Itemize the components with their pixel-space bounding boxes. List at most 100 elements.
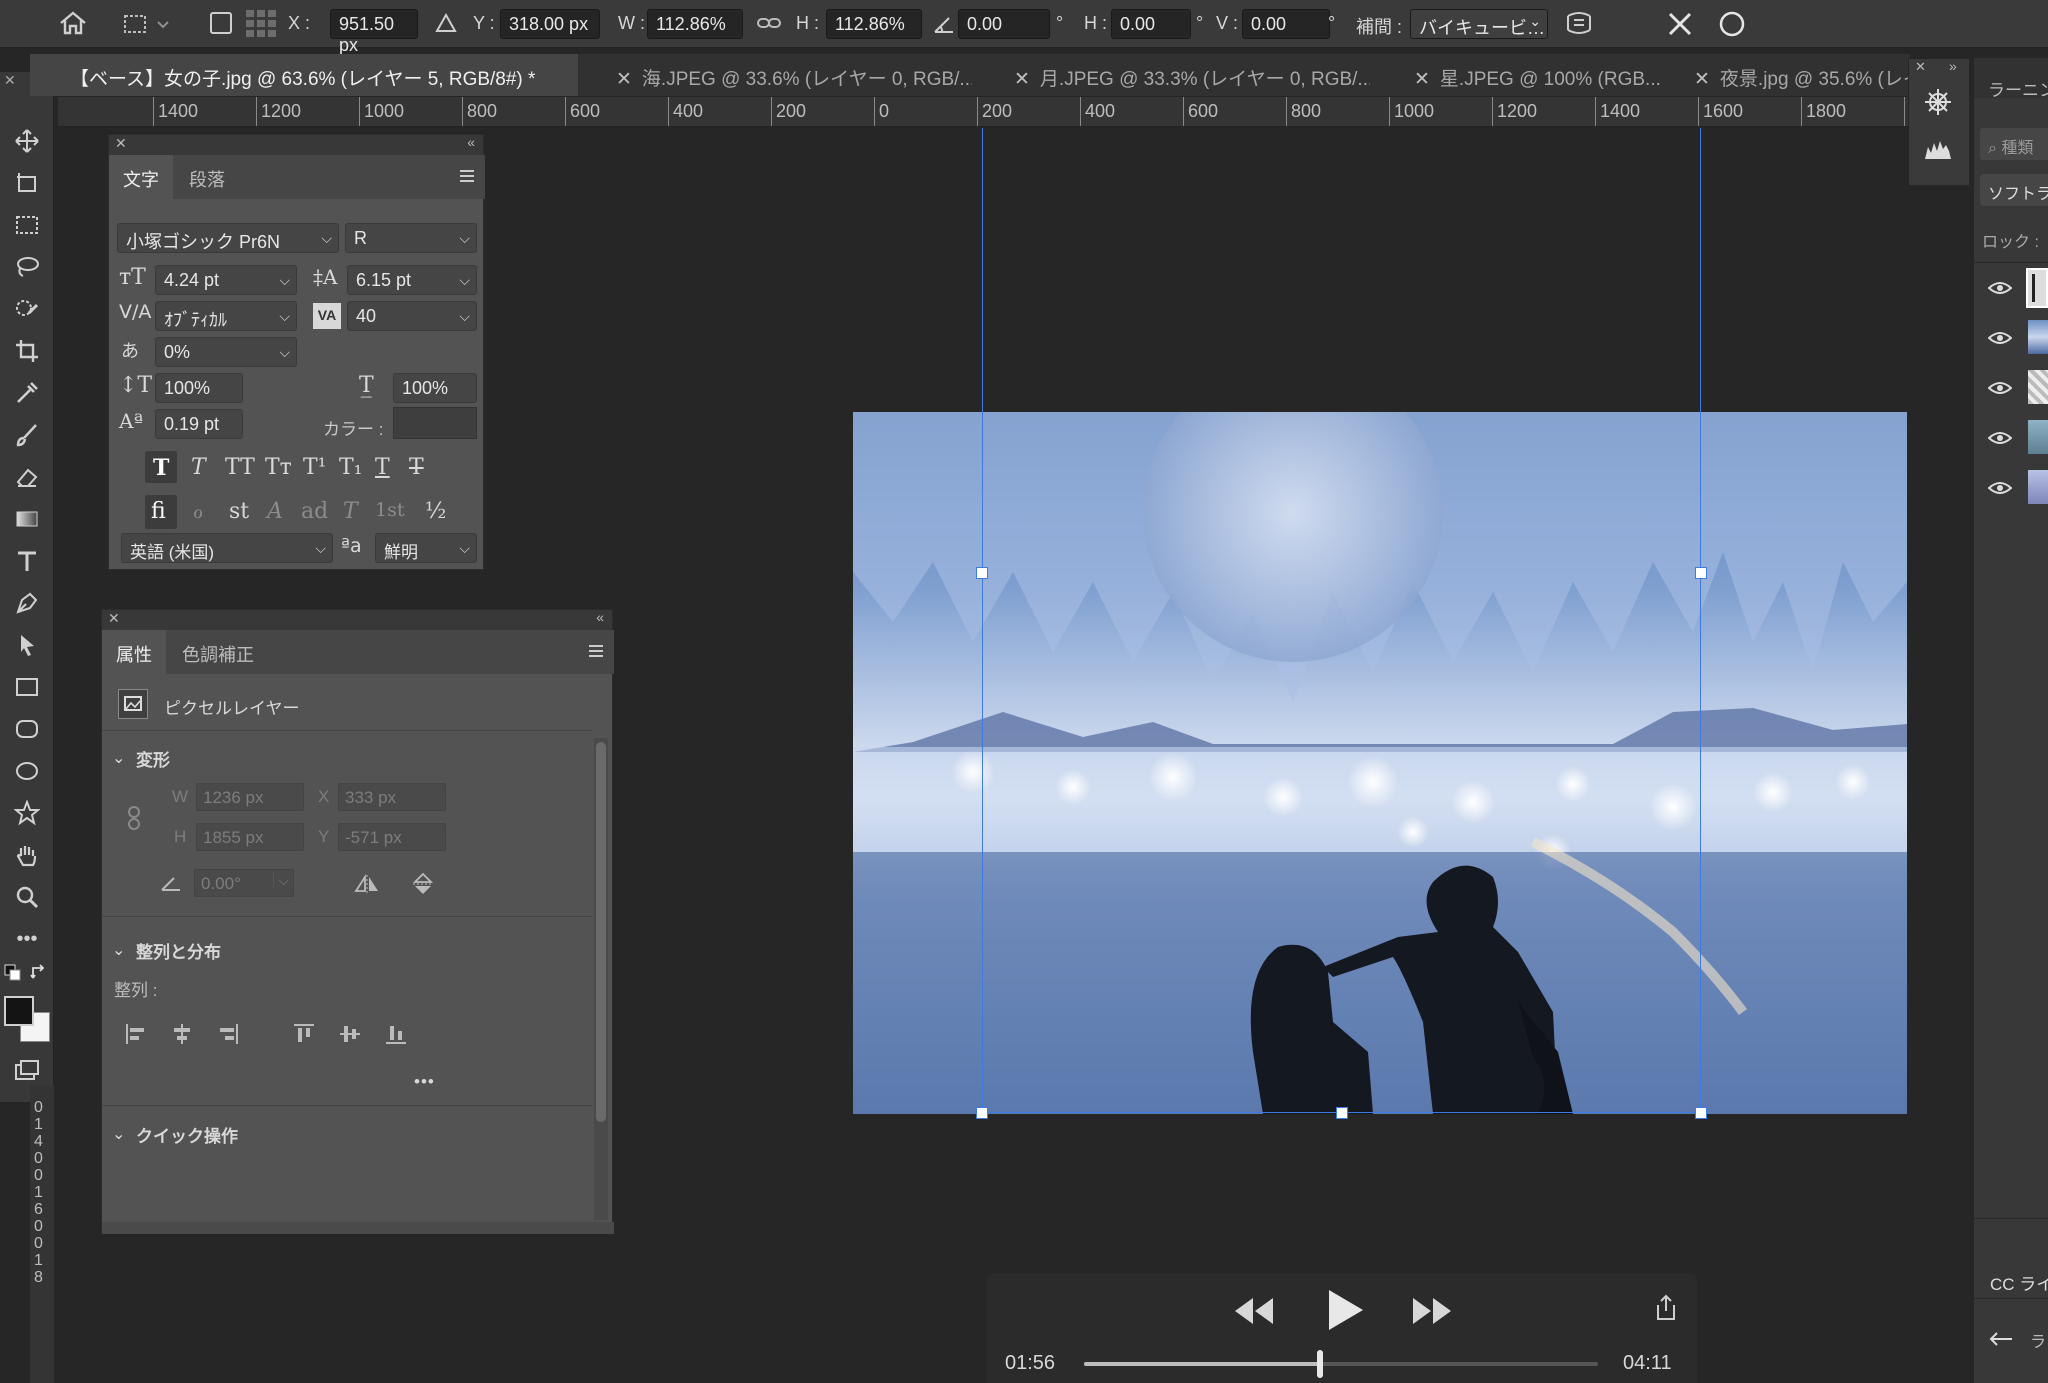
y-position-field[interactable]: 318.00 px (500, 9, 600, 39)
navigator-icon[interactable] (1923, 87, 1953, 117)
close-icon[interactable]: ✕ (616, 68, 632, 91)
reference-point-checkbox[interactable] (210, 12, 232, 34)
titling-alternates-button[interactable]: T (343, 499, 358, 524)
transform-tool-icon[interactable] (122, 12, 174, 36)
blend-mode-select[interactable]: ソフトラ (1980, 174, 2048, 206)
text-color-swatch[interactable] (393, 407, 477, 439)
panel-menu-icon[interactable] (588, 644, 604, 658)
font-size-field[interactable]: 4.24 pt ⌵ (155, 265, 297, 295)
eyedropper-tool-icon[interactable] (9, 376, 45, 410)
language-select[interactable]: 英語 (米国) ⌵ (121, 533, 333, 563)
tab-sea[interactable]: ✕ 海.JPEG @ 33.6% (レイヤー 0, RGB/... (582, 54, 972, 96)
foreground-color-swatch[interactable] (4, 996, 34, 1026)
vertical-scale-field[interactable]: 100% (155, 373, 243, 403)
tab-character[interactable]: 文字 (123, 166, 159, 192)
align-vertical-center-icon[interactable] (338, 1022, 362, 1046)
tab-star[interactable]: ✕ 星.JPEG @ 100% (RGB... (1380, 54, 1670, 96)
rewind-icon[interactable] (1233, 1296, 1275, 1326)
rectangle-tool-icon[interactable] (9, 670, 45, 704)
back-arrow-icon[interactable] (1988, 1330, 2014, 1348)
brush-tool-icon[interactable] (9, 418, 45, 452)
tab-night-view[interactable]: ✕ 夜景.jpg @ 35.6% (レイヤ (1670, 54, 1910, 96)
play-icon[interactable] (1325, 1288, 1365, 1332)
collapse-icon[interactable]: « (467, 134, 475, 150)
layer-visibility-eye-icon[interactable] (1988, 380, 2012, 396)
link-icon[interactable] (756, 14, 782, 32)
layer-thumbnail[interactable] (2026, 268, 2048, 308)
collapse-icon[interactable]: « (596, 609, 604, 625)
more-tools-icon[interactable]: ••• (9, 922, 45, 956)
layer-height-field[interactable]: 1855 px (196, 823, 304, 851)
home-icon[interactable] (58, 10, 88, 36)
tab-properties[interactable]: 属性 (116, 641, 152, 667)
close-icon[interactable]: ✕ (115, 135, 127, 152)
layer-visibility-eye-icon[interactable] (1988, 480, 2012, 496)
swap-colors-icon[interactable] (30, 964, 48, 982)
rotate-angle-field[interactable]: 0.00 (958, 9, 1050, 39)
tab-base-girl[interactable]: 【ベース】女の子.jpg @ 63.6% (レイヤー 5, RGB/8#) * (30, 54, 578, 96)
layer-visibility-eye-icon[interactable] (1988, 430, 2012, 446)
chevron-down-icon[interactable]: ⌄ (112, 748, 125, 768)
custom-shape-tool-icon[interactable] (9, 796, 45, 830)
layer-thumbnail[interactable] (2028, 320, 2048, 354)
tsume-field[interactable]: 0% ⌵ (155, 337, 297, 367)
screen-mode-icon[interactable] (9, 1054, 45, 1088)
subscript-button[interactable]: T₁ (339, 455, 363, 480)
delta-icon[interactable] (435, 12, 457, 34)
tab-paragraph[interactable]: 段落 (189, 166, 225, 192)
transform-handle[interactable] (976, 567, 988, 579)
flip-vertical-icon[interactable] (412, 872, 434, 896)
faux-italic-button[interactable]: T (191, 455, 206, 480)
transform-bounding-box[interactable] (982, 128, 1701, 1113)
tab-moon[interactable]: ✕ 月.JPEG @ 33.3% (レイヤー 0, RGB/... (980, 54, 1370, 96)
ellipse-tool-icon[interactable] (9, 754, 45, 788)
discretionary-ligature-button[interactable]: ℴ (193, 499, 203, 524)
zoom-tool-icon[interactable] (9, 880, 45, 914)
histogram-icon[interactable] (1923, 137, 1953, 161)
layer-thumbnail[interactable] (2028, 370, 2048, 404)
layer-visibility-eye-icon[interactable] (1988, 330, 2012, 346)
align-bottom-icon[interactable] (384, 1022, 408, 1046)
interpolation-select[interactable]: バイキュービ… ⌄ (1410, 9, 1548, 39)
layer-angle-field[interactable]: 0.00° ⌵ (194, 869, 294, 897)
share-icon[interactable] (1655, 1294, 1677, 1322)
swash-button[interactable]: A (267, 499, 283, 524)
quick-actions-section-title[interactable]: クイック操作 (136, 1122, 238, 1147)
height-scale-field[interactable]: 112.86% (826, 9, 922, 39)
faux-bold-button[interactable]: T (153, 455, 169, 481)
kerning-field[interactable]: ｵﾌﾞﾃｨｶﾙ ⌵ (155, 301, 297, 331)
panel-menu-icon[interactable] (459, 169, 475, 183)
fractions-button[interactable]: ½ (425, 499, 446, 524)
crop-tool-icon[interactable] (9, 334, 45, 368)
skew-v-field[interactable]: 0.00 (1242, 9, 1330, 39)
layer-thumbnail[interactable] (2028, 420, 2048, 454)
small-caps-button[interactable]: Tт (265, 455, 292, 480)
layer-visibility-eye-icon[interactable] (1988, 280, 2012, 296)
move-tool-icon[interactable] (9, 124, 45, 158)
learn-tab[interactable]: ラーニン (1974, 58, 2048, 100)
default-colors-icon[interactable] (4, 964, 22, 982)
eraser-tool-icon[interactable] (9, 460, 45, 494)
leading-field[interactable]: 6.15 pt ⌵ (347, 265, 477, 295)
font-style-select[interactable]: R ⌵ (345, 223, 477, 253)
scrollbar-thumb[interactable] (596, 742, 606, 1122)
layer-filter-search[interactable]: ⌕ 種類 (1980, 128, 2048, 160)
all-caps-button[interactable]: TT (225, 455, 255, 480)
close-icon[interactable]: ✕ (1694, 68, 1710, 91)
align-top-icon[interactable] (292, 1022, 316, 1046)
type-tool-icon[interactable] (9, 544, 45, 578)
panel-resize-bar[interactable] (102, 1222, 614, 1234)
font-family-select[interactable]: 小塚ゴシック Pr6N ⌵ (117, 223, 339, 253)
cc-libraries-label[interactable]: CC ライ (1990, 1270, 2048, 1295)
pen-tool-icon[interactable] (9, 586, 45, 620)
layer-thumbnail[interactable] (2028, 470, 2048, 504)
commit-transform-icon[interactable] (1718, 10, 1746, 38)
horizontal-scale-field[interactable]: 100% (393, 373, 477, 403)
rounded-rectangle-tool-icon[interactable] (9, 712, 45, 746)
ligature-button[interactable]: fi (151, 499, 166, 524)
reference-point-grid-icon[interactable] (244, 8, 278, 40)
path-selection-tool-icon[interactable] (9, 628, 45, 662)
strikethrough-button[interactable]: T (409, 455, 424, 480)
expand-icon[interactable]: » (1949, 58, 1957, 74)
scrollbar-track[interactable] (594, 738, 608, 1220)
